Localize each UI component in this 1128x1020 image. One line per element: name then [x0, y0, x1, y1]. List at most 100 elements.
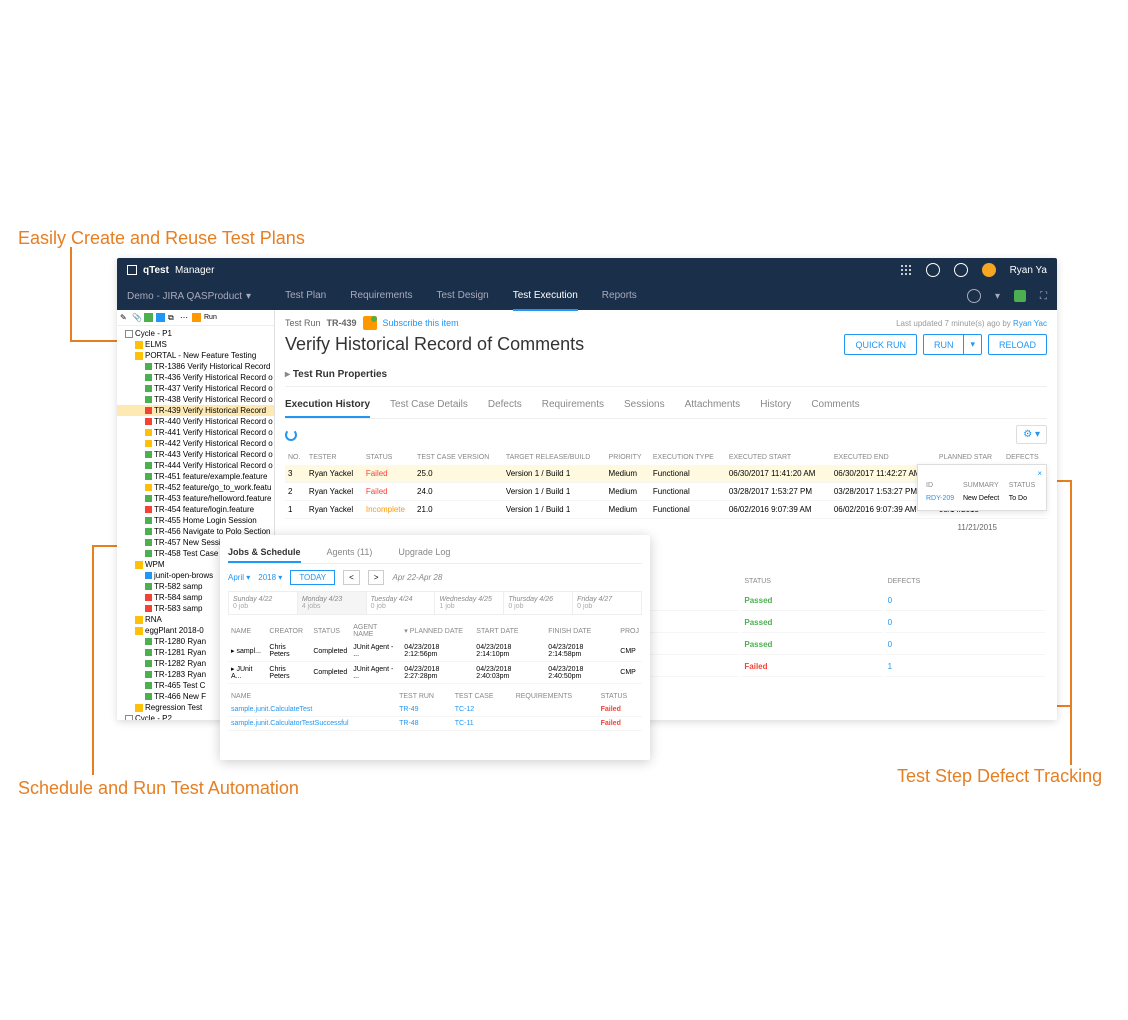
help-icon[interactable] — [954, 263, 968, 277]
gear-icon[interactable] — [967, 289, 981, 303]
tree-item[interactable]: TR-437 Verify Historical Record o — [117, 383, 274, 394]
col-header[interactable]: CREATOR — [266, 621, 310, 641]
col-header[interactable]: TEST CASE VERSION — [414, 450, 503, 465]
col-header[interactable]: STATUS — [363, 450, 414, 465]
col-header[interactable]: ▾ PLANNED DATE — [401, 621, 473, 641]
avatar[interactable] — [982, 263, 996, 277]
menu-item-test-execution[interactable]: Test Execution — [513, 282, 578, 311]
col-header[interactable]: NAME — [228, 690, 396, 703]
col-header[interactable]: NAME — [228, 621, 266, 641]
tree-item[interactable]: TR-451 feature/example.feature — [117, 471, 274, 482]
col-header[interactable]: DEFECTS — [1003, 450, 1047, 465]
tree-item[interactable]: PORTAL - New Feature Testing — [117, 350, 274, 361]
month-select[interactable]: April ▾ — [228, 573, 250, 582]
run-flag-icon[interactable] — [192, 313, 201, 322]
section-test-run-properties[interactable]: Test Run Properties — [285, 363, 1047, 387]
subscribe-link[interactable]: Subscribe this item — [383, 318, 459, 328]
menu-item-reports[interactable]: Reports — [602, 282, 637, 311]
col-header[interactable]: REQUIREMENTS — [513, 690, 598, 703]
col-header[interactable]: START DATE — [473, 621, 545, 641]
tree-item[interactable]: TR-443 Verify Historical Record o — [117, 449, 274, 460]
tab-requirements[interactable]: Requirements — [542, 393, 604, 418]
today-button[interactable]: TODAY — [290, 570, 335, 585]
table-row[interactable]: sample.junit.CalculateTestTR-49TC-12Fail… — [228, 703, 642, 717]
bell-icon[interactable] — [1014, 290, 1026, 302]
rss-icon[interactable] — [363, 316, 377, 330]
col-header[interactable]: AGENT NAME — [350, 621, 401, 641]
week-cell[interactable]: Monday 4/234 jobs — [298, 592, 367, 614]
tab-sessions[interactable]: Sessions — [624, 393, 665, 418]
defect-id-link[interactable]: RDY-209 — [924, 493, 959, 504]
tab-execution-history[interactable]: Execution History — [285, 393, 370, 418]
quick-run-button[interactable]: QUICK RUN — [844, 334, 917, 355]
tree-item[interactable]: TR-438 Verify Historical Record o — [117, 394, 274, 405]
col-header[interactable]: EXECUTED END — [831, 450, 936, 465]
col-header[interactable]: EXECUTED START — [726, 450, 831, 465]
year-select[interactable]: 2018 ▾ — [258, 573, 282, 582]
tab-attachments[interactable]: Attachments — [685, 393, 741, 418]
tree-item[interactable]: TR-1386 Verify Historical Record — [117, 361, 274, 372]
tree-item[interactable]: Cycle - P1 — [117, 328, 274, 339]
reload-button[interactable]: RELOAD — [988, 334, 1047, 355]
close-icon[interactable]: × — [1037, 469, 1042, 478]
prev-button[interactable]: < — [343, 570, 360, 585]
table-row[interactable]: ▸ sampl...Chris PetersCompletedJUnit Age… — [228, 641, 642, 662]
week-cell[interactable]: Sunday 4/220 job — [229, 592, 298, 614]
dots-icon[interactable]: ⋯ — [180, 313, 189, 322]
project-selector[interactable]: Demo - JIRA QASProduct — [127, 291, 242, 302]
tree-item[interactable]: TR-455 Home Login Session — [117, 515, 274, 526]
col-header[interactable]: PLANNED STAR — [936, 450, 1003, 465]
tab-comments[interactable]: Comments — [811, 393, 859, 418]
download-icon[interactable] — [926, 263, 940, 277]
menu-item-requirements[interactable]: Requirements — [350, 282, 412, 311]
col-header[interactable]: EXECUTION TYPE — [650, 450, 726, 465]
tree-item[interactable]: ELMS — [117, 339, 274, 350]
tree-item[interactable]: TR-453 feature/helloword.feature — [117, 493, 274, 504]
col-header[interactable]: STATUS — [310, 621, 350, 641]
tree-item[interactable]: TR-442 Verify Historical Record o — [117, 438, 274, 449]
week-cell[interactable]: Thursday 4/260 job — [504, 592, 573, 614]
user-name[interactable]: Ryan Ya — [1010, 265, 1047, 276]
col-header[interactable]: STATUS — [598, 690, 642, 703]
col-header[interactable]: PROJ — [617, 621, 642, 641]
table-settings-button[interactable]: ⚙ ▾ — [1016, 425, 1047, 444]
col-header[interactable]: TESTER — [306, 450, 363, 465]
tree-item[interactable]: TR-452 feature/go_to_work.featu — [117, 482, 274, 493]
col-header[interactable]: NO. — [285, 450, 306, 465]
attach-icon[interactable]: 📎 — [132, 313, 141, 322]
tab-defects[interactable]: Defects — [488, 393, 522, 418]
col-header[interactable]: FINISH DATE — [545, 621, 617, 641]
tree-item[interactable]: TR-444 Verify Historical Record o — [117, 460, 274, 471]
sched-tab[interactable]: Upgrade Log — [398, 543, 450, 563]
tree-item[interactable]: TR-436 Verify Historical Record o — [117, 372, 274, 383]
chevron-down-icon[interactable]: ▾ — [246, 291, 251, 302]
next-button[interactable]: > — [368, 570, 385, 585]
col-header[interactable]: TEST CASE — [452, 690, 513, 703]
week-cell[interactable]: Friday 4/270 job — [573, 592, 641, 614]
filter-icon[interactable] — [156, 313, 165, 322]
tree-item[interactable]: TR-440 Verify Historical Record o — [117, 416, 274, 427]
tree-item[interactable]: TR-439 Verify Historical Record — [117, 405, 274, 416]
table-row[interactable]: ▸ JUnit A...Chris PetersCompletedJUnit A… — [228, 662, 642, 684]
sched-tab[interactable]: Jobs & Schedule — [228, 543, 301, 563]
add-icon[interactable] — [144, 313, 153, 322]
menu-item-test-plan[interactable]: Test Plan — [285, 282, 326, 311]
run-dropdown-button[interactable]: ▾ — [963, 334, 982, 355]
week-cell[interactable]: Wednesday 4/251 job — [435, 592, 504, 614]
chevron-down-icon[interactable]: ▾ — [995, 291, 1000, 302]
apps-icon[interactable] — [900, 264, 912, 276]
tab-history[interactable]: History — [760, 393, 791, 418]
tree-item[interactable]: TR-454 feature/login.feature — [117, 504, 274, 515]
menu-item-test-design[interactable]: Test Design — [436, 282, 488, 311]
col-header[interactable]: TARGET RELEASE/BUILD — [503, 450, 606, 465]
copy-icon[interactable]: ⧉ — [168, 313, 177, 322]
expand-icon[interactable]: ⛶ — [1040, 291, 1047, 302]
pencil-icon[interactable]: ✎ — [120, 313, 129, 322]
sched-tab[interactable]: Agents (11) — [327, 543, 373, 563]
col-header[interactable]: TEST RUN — [396, 690, 452, 703]
run-button[interactable]: RUN — [923, 334, 964, 355]
refresh-icon[interactable] — [285, 429, 297, 441]
table-row[interactable]: sample.junit.CalculatorTestSuccessfulTR-… — [228, 717, 642, 731]
tab-test-case-details[interactable]: Test Case Details — [390, 393, 468, 418]
week-cell[interactable]: Tuesday 4/240 job — [367, 592, 436, 614]
